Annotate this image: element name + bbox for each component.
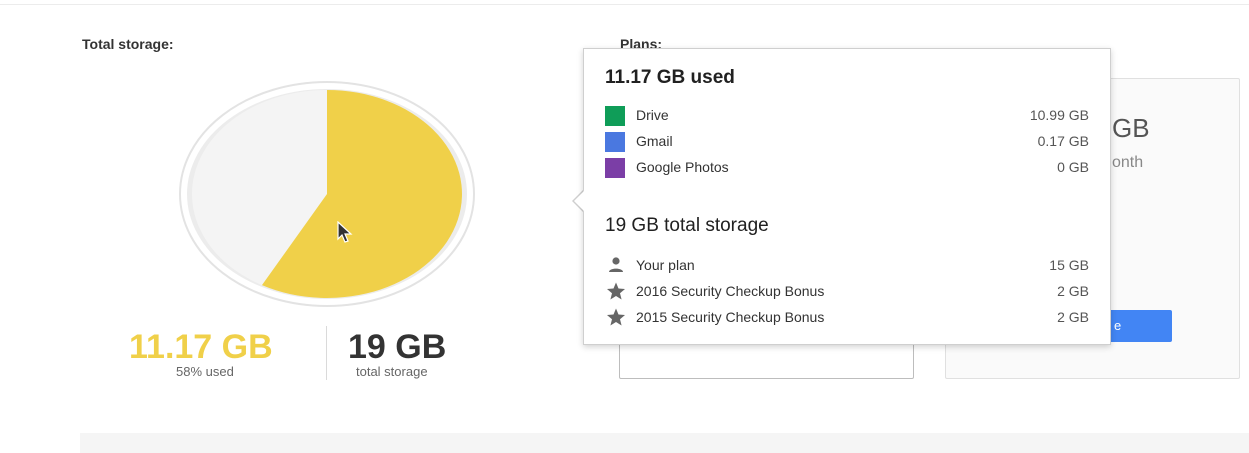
- photos-color-swatch: [605, 158, 625, 178]
- usage-label: Google Photos: [636, 159, 729, 175]
- star-icon: [607, 282, 625, 300]
- source-label: 2015 Security Checkup Bonus: [636, 309, 825, 325]
- popover-arrow-fill: [574, 191, 584, 211]
- mouse-cursor-icon: [337, 221, 353, 243]
- plan-card-period: onth: [1112, 154, 1144, 171]
- source-value: 2 GB: [1057, 283, 1089, 299]
- top-divider: [0, 0, 1249, 5]
- usage-value: 0.17 GB: [1037, 133, 1089, 149]
- total-storage-caption: total storage: [356, 364, 428, 379]
- source-row-bonus-2015: 2015 Security Checkup Bonus 2 GB: [605, 307, 1089, 327]
- person-icon: [609, 257, 623, 272]
- total-storage-value: 19 GB: [348, 328, 447, 366]
- gmail-color-swatch: [605, 132, 625, 152]
- usage-value: 0 GB: [1057, 159, 1089, 175]
- used-storage-value: 11.17 GB: [129, 328, 273, 366]
- usage-row-photos: Google Photos 0 GB: [605, 157, 1089, 178]
- bottom-section-band: [80, 433, 1249, 453]
- plan-card-size: GB: [1112, 113, 1150, 143]
- source-value: 2 GB: [1057, 309, 1089, 325]
- source-label: 2016 Security Checkup Bonus: [636, 283, 825, 299]
- usage-label: Gmail: [636, 133, 673, 149]
- storage-breakdown-popover: 11.17 GB used Drive 10.99 GB Gmail 0.17 …: [583, 48, 1111, 345]
- drive-color-swatch: [605, 106, 625, 126]
- usage-value: 10.99 GB: [1029, 107, 1089, 123]
- usage-row-drive: Drive 10.99 GB: [605, 105, 1089, 126]
- stat-divider: [326, 326, 327, 380]
- usage-row-gmail: Gmail 0.17 GB: [605, 131, 1089, 152]
- storage-pie-chart[interactable]: [178, 80, 476, 308]
- total-storage-heading: Total storage:: [82, 36, 174, 52]
- source-row-bonus-2016: 2016 Security Checkup Bonus 2 GB: [605, 281, 1089, 301]
- used-breakdown-title: 11.17 GB used: [605, 67, 735, 88]
- source-value: 15 GB: [1049, 257, 1089, 273]
- source-row-plan: Your plan 15 GB: [605, 255, 1089, 275]
- total-breakdown-title: 19 GB total storage: [605, 215, 769, 236]
- usage-label: Drive: [636, 107, 669, 123]
- source-label: Your plan: [636, 257, 695, 273]
- plan-upgrade-button[interactable]: e: [1108, 310, 1172, 342]
- used-percent-label: 58% used: [176, 364, 234, 379]
- star-icon: [607, 308, 625, 326]
